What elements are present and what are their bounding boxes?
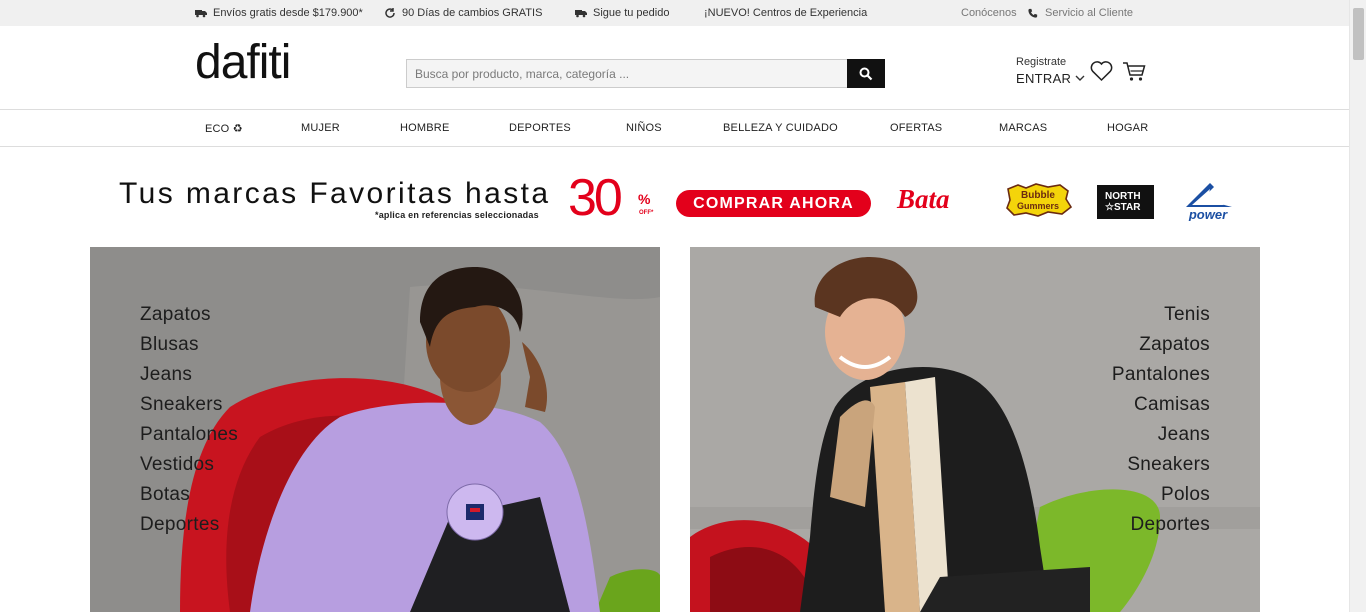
- dafiti-logo[interactable]: dafiti: [195, 39, 291, 87]
- category-nav: ECO ♻ MUJER HOMBRE DEPORTES NIÑOS BELLEZ…: [0, 110, 1349, 147]
- free-shipping-label: Envíos gratis desde $179.900*: [213, 7, 363, 19]
- promo-note: *aplica en referencias seleccionadas: [375, 210, 539, 220]
- shop-now-button[interactable]: COMPRAR AHORA: [676, 190, 871, 217]
- women-link-pantalones[interactable]: Pantalones: [140, 420, 238, 450]
- men-link-pantalones[interactable]: Pantalones: [1112, 360, 1210, 390]
- promo-banner[interactable]: Tus marcas Favoritas hasta *aplica en re…: [0, 147, 1349, 247]
- nav-item-mujer[interactable]: MUJER: [301, 122, 340, 134]
- customer-service-label: Servicio al Cliente: [1045, 7, 1134, 19]
- nav-item-marcas[interactable]: MARCAS: [999, 122, 1047, 134]
- women-link-deportes[interactable]: Deportes: [140, 510, 238, 540]
- women-link-blusas[interactable]: Blusas: [140, 330, 238, 360]
- experience-centers-label: ¡NUEVO! Centros de Experiencia: [704, 7, 868, 19]
- men-link-sneakers[interactable]: Sneakers: [1112, 450, 1210, 480]
- nav-item-hombre[interactable]: HOMBRE: [400, 122, 449, 134]
- bubble-gummers-brand-logo[interactable]: Bubble Gummers: [1004, 183, 1072, 217]
- account-menu[interactable]: Registrate ENTRAR: [1016, 57, 1085, 85]
- men-link-camisas[interactable]: Camisas: [1112, 390, 1210, 420]
- login-dropdown[interactable]: ENTRAR: [1016, 72, 1085, 85]
- wishlist-heart-icon[interactable]: [1090, 60, 1113, 82]
- bata-brand-logo[interactable]: Bata: [897, 184, 950, 215]
- men-hero-panel[interactable]: Tenis Zapatos Pantalones Camisas Jeans S…: [690, 247, 1260, 612]
- men-link-deportes[interactable]: Deportes: [1112, 510, 1210, 540]
- north-star-line-1: NORTH: [1105, 191, 1141, 202]
- search-button[interactable]: [847, 59, 885, 88]
- nav-item-deportes[interactable]: DEPORTES: [509, 122, 571, 134]
- promo-off-label: OFF*: [639, 210, 654, 216]
- experience-centers-link[interactable]: ¡NUEVO! Centros de Experiencia: [704, 7, 867, 19]
- women-hero-panel[interactable]: Zapatos Blusas Jeans Sneakers Pantalones…: [90, 247, 660, 612]
- track-order-link[interactable]: Sigue tu pedido: [575, 7, 669, 19]
- svg-text:Bubble: Bubble: [1021, 190, 1055, 201]
- promo-percent: 30: [568, 169, 623, 227]
- north-star-line-2: ☆STAR: [1105, 202, 1141, 213]
- free-returns-label: 90 Días de cambios GRATIS: [402, 7, 543, 19]
- promo-title: Tus marcas Favoritas hasta: [119, 177, 551, 210]
- women-link-jeans[interactable]: Jeans: [140, 360, 238, 390]
- men-category-links: Tenis Zapatos Pantalones Camisas Jeans S…: [1112, 300, 1210, 540]
- women-link-botas[interactable]: Botas: [140, 480, 238, 510]
- about-us-label: Conócenos: [961, 7, 1017, 19]
- refresh-icon: [385, 8, 395, 18]
- phone-icon: [1028, 8, 1038, 18]
- chevron-down-icon: [1075, 75, 1085, 81]
- truck-icon: [195, 10, 207, 18]
- free-shipping-link[interactable]: Envíos gratis desde $179.900*: [195, 7, 363, 19]
- track-order-label: Sigue tu pedido: [593, 7, 670, 19]
- men-link-tenis[interactable]: Tenis: [1112, 300, 1210, 330]
- truck-icon: [575, 10, 587, 18]
- north-star-brand-logo[interactable]: NORTH ☆STAR: [1097, 185, 1154, 219]
- svg-text:Gummers: Gummers: [1017, 201, 1059, 211]
- men-link-zapatos[interactable]: Zapatos: [1112, 330, 1210, 360]
- nav-item-ofertas[interactable]: OFERTAS: [890, 122, 942, 134]
- register-link[interactable]: Registrate: [1016, 57, 1085, 68]
- women-link-vestidos[interactable]: Vestidos: [140, 450, 238, 480]
- women-category-links: Zapatos Blusas Jeans Sneakers Pantalones…: [140, 300, 238, 540]
- customer-service-link[interactable]: Servicio al Cliente: [1027, 7, 1133, 19]
- scrollbar-thumb[interactable]: [1353, 8, 1364, 60]
- search-icon: [859, 67, 873, 80]
- shopping-cart-icon[interactable]: [1122, 61, 1146, 83]
- men-link-jeans[interactable]: Jeans: [1112, 420, 1210, 450]
- women-link-sneakers[interactable]: Sneakers: [140, 390, 238, 420]
- men-link-polos[interactable]: Polos: [1112, 480, 1210, 510]
- promo-percent-symbol: %: [638, 191, 651, 207]
- women-link-zapatos[interactable]: Zapatos: [140, 300, 238, 330]
- search-input[interactable]: [406, 59, 848, 88]
- power-brand-logo[interactable]: power: [1180, 181, 1236, 221]
- free-returns-link[interactable]: 90 Días de cambios GRATIS: [384, 7, 542, 19]
- site-header: dafiti Registrate ENTRAR: [0, 26, 1349, 110]
- login-label: ENTRAR: [1016, 71, 1072, 86]
- top-info-bar: Envíos gratis desde $179.900* 90 Días de…: [0, 0, 1349, 26]
- nav-item-belleza[interactable]: BELLEZA Y CUIDADO: [723, 122, 838, 134]
- nav-item-ninos[interactable]: NIÑOS: [626, 122, 662, 134]
- about-us-link[interactable]: Conócenos: [961, 7, 1017, 19]
- nav-item-eco[interactable]: ECO ♻: [205, 122, 243, 135]
- svg-text:power: power: [1188, 207, 1228, 221]
- nav-item-hogar[interactable]: HOGAR: [1107, 122, 1148, 134]
- vertical-scrollbar[interactable]: [1349, 0, 1366, 612]
